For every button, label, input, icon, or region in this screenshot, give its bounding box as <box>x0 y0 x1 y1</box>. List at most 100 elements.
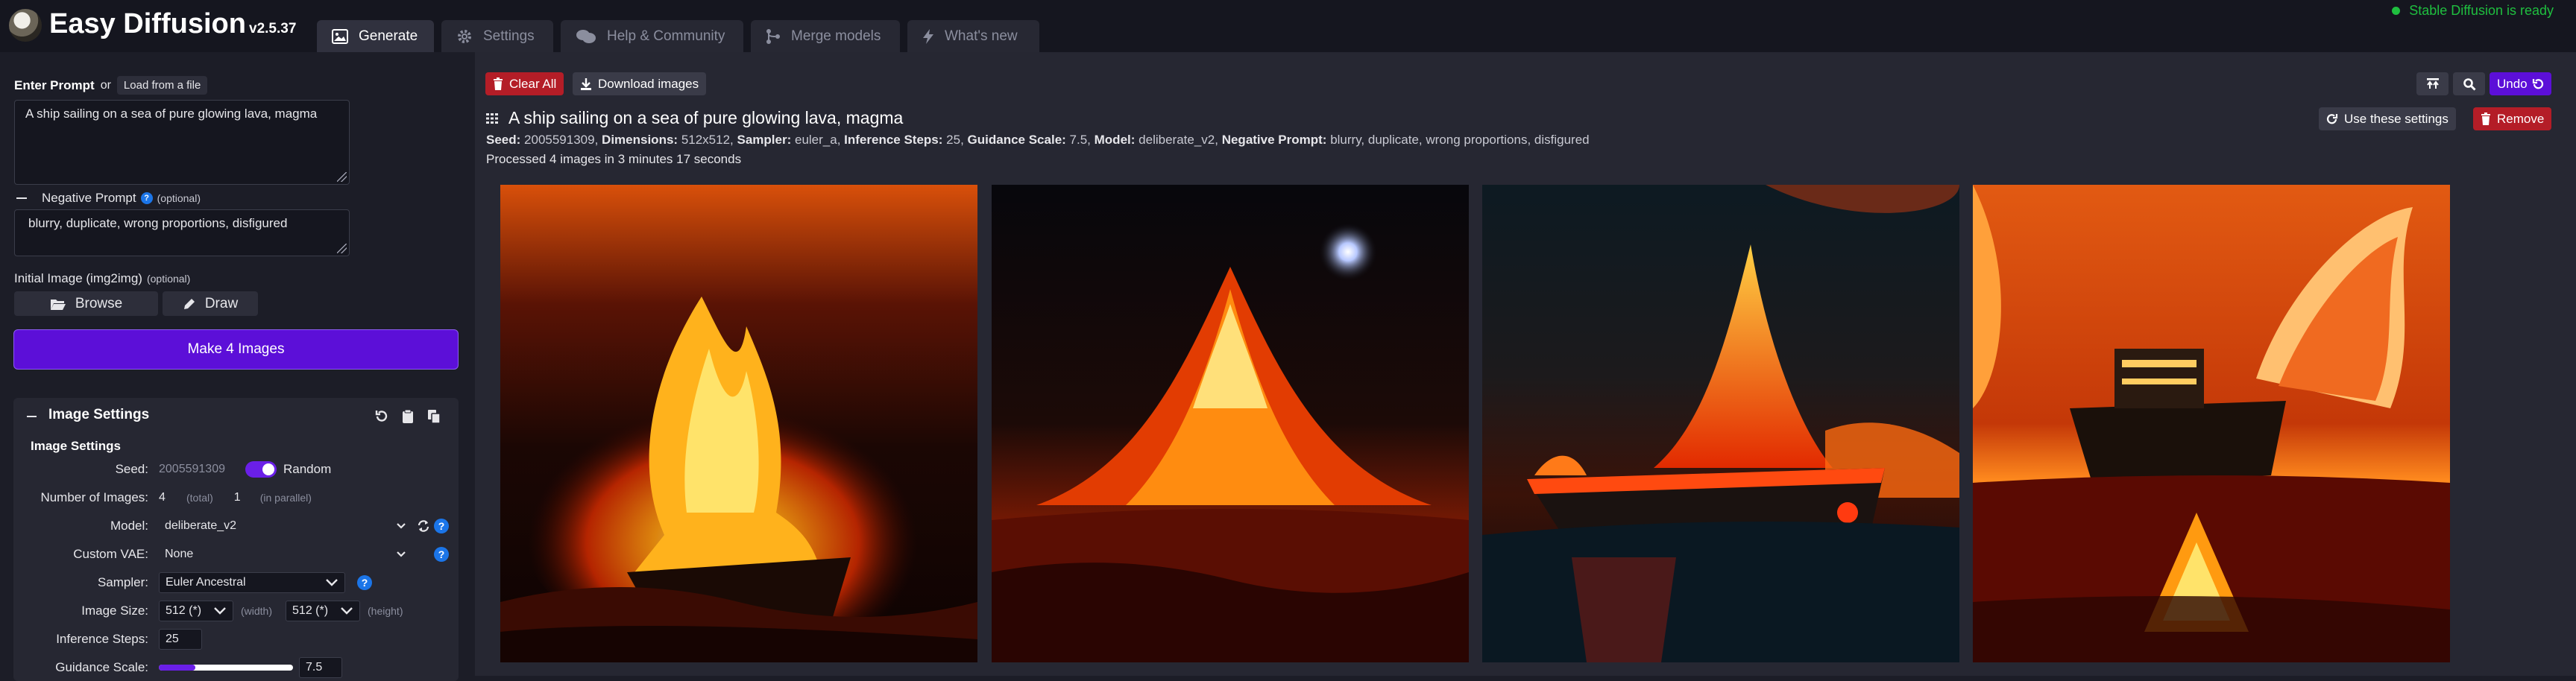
make-images-button[interactable]: Make 4 Images <box>13 329 459 370</box>
enter-prompt-label: Enter Prompt <box>14 77 95 92</box>
meta-key: Guidance Scale: <box>967 133 1066 147</box>
bolt-icon <box>923 28 933 44</box>
browse-button[interactable]: Browse <box>14 291 158 316</box>
guidance-scale-row: Guidance Scale: 7.5 <box>13 654 459 681</box>
tab-generate[interactable]: Generate <box>317 20 434 52</box>
guidance-slider[interactable] <box>159 665 293 671</box>
folder-open-icon <box>50 299 66 310</box>
parallel-hint: (in parallel) <box>259 492 312 504</box>
clipboard-icon[interactable] <box>402 409 414 424</box>
num-images-input[interactable]: 4 <box>159 491 177 504</box>
generated-image-1[interactable] <box>500 185 977 662</box>
meta-key: Seed: <box>486 133 521 147</box>
tab-label: Help & Community <box>607 28 725 44</box>
undo-button[interactable]: Undo <box>2490 72 2551 95</box>
collapse-icon[interactable] <box>27 416 37 417</box>
collapse-icon[interactable] <box>16 197 27 199</box>
guidance-scale-label: Guidance Scale: <box>55 660 148 674</box>
image-size-row: Image Size: 512 (*) (width) 512 (*) (hei… <box>13 598 459 624</box>
negative-prompt-header[interactable]: Negative Prompt ? (optional) <box>16 191 201 206</box>
prompt-label-row: Enter Prompt or Load from a file <box>14 76 208 95</box>
clear-all-button[interactable]: Clear All <box>485 72 564 95</box>
inference-steps-input[interactable]: 25 <box>159 629 202 650</box>
or-label: or <box>100 78 111 92</box>
app-title: Easy Diffusion <box>49 8 246 39</box>
info-icon[interactable]: ? <box>357 575 372 590</box>
tab-help-community[interactable]: Help & Community <box>561 20 743 52</box>
results-panel: Clear All Download images Undo A ship sa… <box>475 52 2576 676</box>
meta-value: euler_a, <box>794 133 841 147</box>
number-of-images-row: Number of Images: 4 (total) 1 (in parall… <box>13 484 459 511</box>
seed-input[interactable]: 2005591309 <box>159 463 245 476</box>
tab-label: Merge models <box>791 28 881 44</box>
generated-image-4[interactable] <box>1973 185 2450 662</box>
draw-button[interactable]: Draw <box>163 291 258 316</box>
random-toggle[interactable] <box>245 461 277 478</box>
gear-icon <box>458 29 471 43</box>
negative-prompt-input[interactable]: blurry, duplicate, wrong proportions, di… <box>14 209 350 256</box>
copy-icon[interactable] <box>427 409 441 424</box>
tab-merge-models[interactable]: Merge models <box>751 20 900 52</box>
chevron-down-icon <box>341 607 353 615</box>
redo-icon <box>2326 113 2338 124</box>
info-icon[interactable]: ? <box>434 519 449 533</box>
meta-value: 512x512, <box>681 133 734 147</box>
generated-image-3[interactable] <box>1482 185 1959 662</box>
collapse-up-icon <box>2426 77 2439 89</box>
search-button[interactable] <box>2453 72 2485 95</box>
meta-key: Model: <box>1094 133 1136 147</box>
initial-image-label: Initial Image (img2img) <box>14 271 142 285</box>
initial-image-label-row: Initial Image (img2img) (optional) <box>14 271 190 286</box>
model-select[interactable]: deliberate_v2 <box>159 516 412 536</box>
processed-status: Processed 4 images in 3 minutes 17 secon… <box>486 152 742 166</box>
remove-button[interactable]: Remove <box>2473 107 2552 130</box>
tab-settings[interactable]: Settings <box>441 20 553 52</box>
optional-label: (optional) <box>157 192 201 204</box>
chevron-down-icon <box>214 607 226 615</box>
guidance-scale-input[interactable]: 7.5 <box>299 657 342 678</box>
prompt-input[interactable]: A ship sailing on a sea of pure glowing … <box>14 100 350 185</box>
width-value: 512 (*) <box>166 604 202 617</box>
use-these-settings-label: Use these settings <box>2344 111 2449 126</box>
negative-prompt-label: Negative Prompt <box>42 191 136 205</box>
meta-value: deliberate_v2, <box>1139 133 1218 147</box>
collapse-all-button[interactable] <box>2416 72 2449 95</box>
height-select[interactable]: 512 (*) <box>286 601 361 621</box>
download-images-label: Download images <box>598 76 699 91</box>
sampler-select[interactable]: Euler Ancestral <box>159 572 345 593</box>
app-logo <box>9 9 42 42</box>
info-icon[interactable]: ? <box>434 547 449 562</box>
trash-icon <box>2481 113 2490 125</box>
sampler-row: Sampler: Euler Ancestral ? <box>13 569 459 596</box>
resize-handle-icon[interactable] <box>337 244 347 253</box>
download-images-button[interactable]: Download images <box>573 72 707 95</box>
tab-label: Generate <box>359 28 418 44</box>
trash-icon <box>494 77 503 90</box>
refresh-icon[interactable] <box>417 519 430 533</box>
negative-prompt-text: blurry, duplicate, wrong proportions, di… <box>28 216 288 230</box>
height-hint: (height) <box>368 605 403 617</box>
model-control: deliberate_v2 ? <box>159 515 449 537</box>
result-prompt-title: A ship sailing on a sea of pure glowing … <box>508 108 904 127</box>
sampler-value: Euler Ancestral <box>166 576 246 589</box>
number-of-images-control: 4 (total) 1 (in parallel) <box>159 487 312 509</box>
generated-image-2[interactable] <box>992 185 1469 662</box>
draw-label: Draw <box>204 295 239 311</box>
width-hint: (width) <box>241 605 273 617</box>
sampler-control: Euler Ancestral ? <box>159 571 372 594</box>
custom-vae-control: None ? <box>159 543 449 566</box>
reset-icon[interactable] <box>374 409 389 424</box>
tab-whats-new[interactable]: What's new <box>907 20 1039 52</box>
grip-icon[interactable] <box>486 113 498 124</box>
image-settings-panel: Image Settings Image Settings Seed: 2005… <box>13 398 459 681</box>
width-select[interactable]: 512 (*) <box>159 601 233 621</box>
load-from-file-button[interactable]: Load from a file <box>116 76 208 95</box>
image-icon <box>332 28 348 44</box>
info-icon[interactable]: ? <box>140 192 153 204</box>
parallel-input[interactable]: 1 <box>234 491 241 504</box>
sampler-label: Sampler: <box>97 575 148 589</box>
use-these-settings-button[interactable]: Use these settings <box>2319 107 2456 130</box>
resize-handle-icon[interactable] <box>337 172 347 182</box>
meta-key: Sampler: <box>737 133 792 147</box>
vae-select[interactable]: None <box>159 544 412 565</box>
